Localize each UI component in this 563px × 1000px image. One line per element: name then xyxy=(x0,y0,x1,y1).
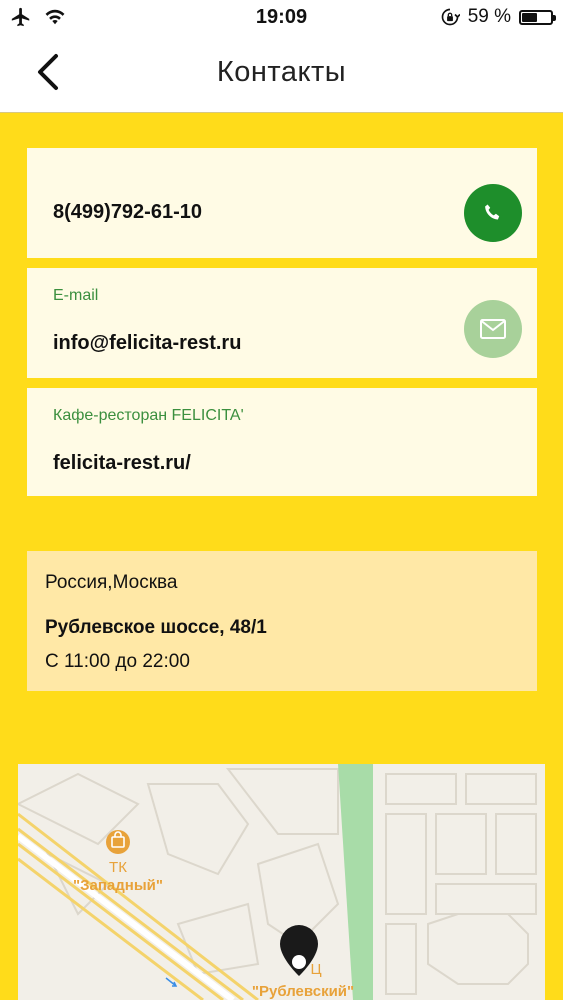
rotation-lock-icon xyxy=(441,8,460,26)
poi-1-line2: "Западный" xyxy=(73,877,163,894)
address-street: Рублевское шоссе, 48/1 xyxy=(45,617,267,638)
status-right: 59 % xyxy=(440,6,556,28)
status-bar: 19:09 59 % xyxy=(0,0,563,36)
envelope-icon xyxy=(480,319,506,339)
poi-2-line1: Ц xyxy=(310,961,321,978)
address-city: Россия,Москва xyxy=(45,572,178,593)
address-card: Россия,Москва Рублевское шоссе, 48/1 С 1… xyxy=(27,551,537,691)
email-address[interactable]: info@felicita-rest.ru xyxy=(53,332,241,355)
shopping-icon xyxy=(106,830,130,854)
email-card[interactable]: E-mail info@felicita-rest.ru xyxy=(27,268,537,378)
poi-west-mall[interactable]: ТК "Западный" xyxy=(73,830,163,894)
website-card[interactable]: Кафе-ресторан FELICITA' felicita-rest.ru… xyxy=(27,388,537,496)
battery-icon xyxy=(519,9,556,25)
battery-percent: 59 % xyxy=(467,6,511,27)
map-view[interactable]: ТК "Западный" Ц "Рублевский" xyxy=(18,764,545,1000)
website-label: Кафе-ресторан FELICITA' xyxy=(53,407,244,424)
battery-fill xyxy=(522,12,538,22)
phone-card[interactable]: 8(499)792-61-10 xyxy=(27,148,537,258)
phone-number[interactable]: 8(499)792-61-10 xyxy=(53,201,202,224)
email-label: E-mail xyxy=(53,287,99,304)
navigation-bar: Контакты xyxy=(0,36,563,113)
website-link[interactable]: felicita-rest.ru/ xyxy=(53,452,191,475)
phone-icon xyxy=(485,204,500,220)
page-title: Контакты xyxy=(216,56,347,88)
opening-hours: С 11:00 до 22:00 xyxy=(45,651,190,672)
poi-1-line1: ТК xyxy=(109,859,127,876)
map-canvas[interactable]: ТК "Западный" Ц "Рублевский" xyxy=(18,764,545,1000)
call-button[interactable] xyxy=(464,184,522,242)
email-button[interactable] xyxy=(464,300,522,358)
poi-2-line2: "Рублевский" xyxy=(252,983,354,1000)
